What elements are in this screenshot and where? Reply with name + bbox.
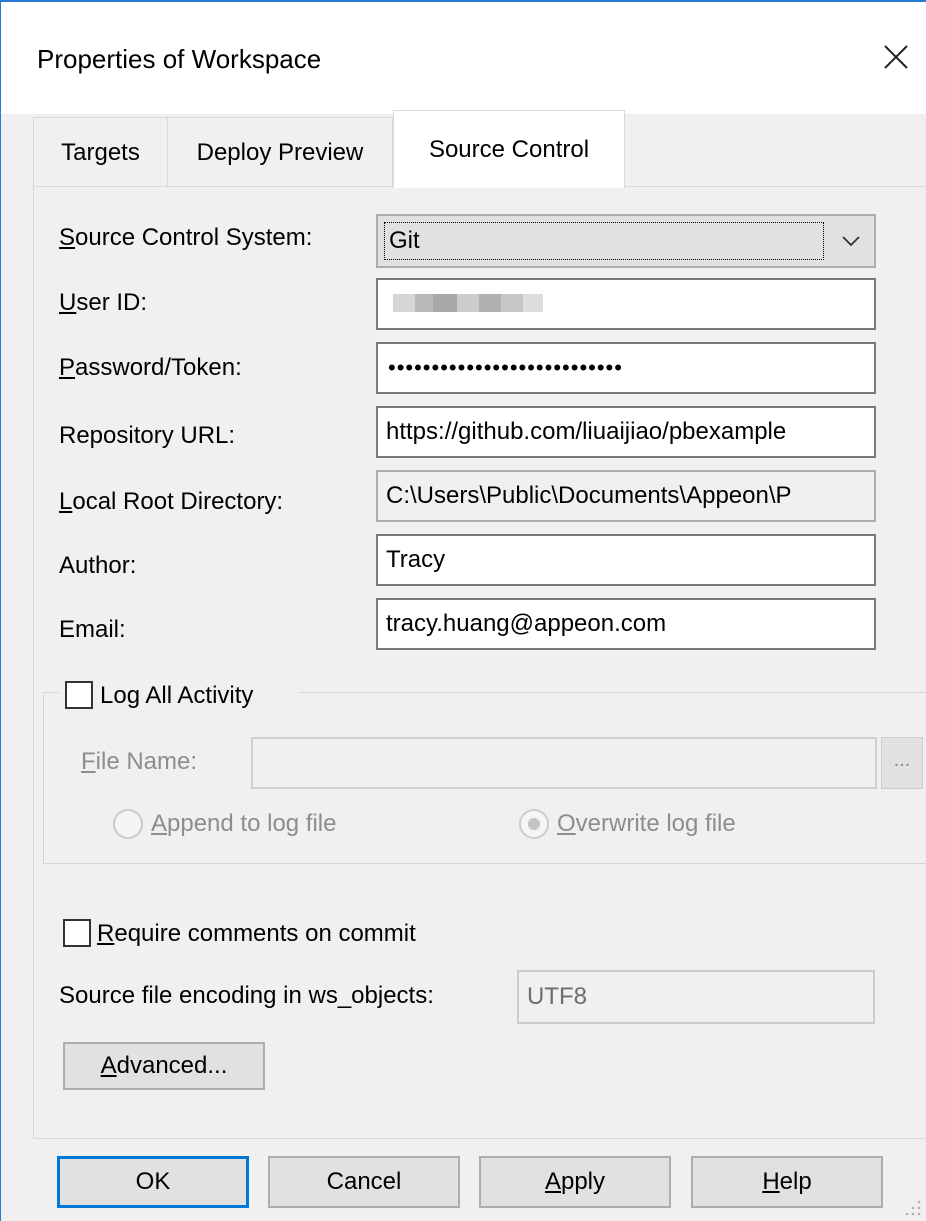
help-label: Help	[762, 1168, 812, 1195]
tab-deploy-preview[interactable]: Deploy Preview	[167, 117, 393, 187]
append-radio[interactable]	[113, 809, 143, 839]
encoding-label: Source file encoding in ws_objects:	[59, 982, 434, 1009]
advanced-label: Advanced...	[100, 1052, 228, 1079]
tab-source-control[interactable]: Source Control	[393, 110, 625, 188]
append-label: Append to log file	[151, 810, 337, 837]
local-root-directory-label: Local Root Directory:	[59, 488, 284, 515]
advanced-button[interactable]: Advanced...	[63, 1042, 265, 1090]
resize-grip-icon[interactable]	[904, 1199, 922, 1217]
tab-targets[interactable]: Targets	[33, 117, 168, 187]
properties-dialog: Properties of Workspace Targets Deploy P…	[0, 0, 926, 1221]
cancel-label: Cancel	[326, 1168, 402, 1195]
title-bar: Properties of Workspace	[1, 2, 926, 114]
require-comments-label: Require comments on commit	[97, 920, 416, 947]
repository-url-label: Repository URL:	[59, 422, 236, 449]
email-input[interactable]: tracy.huang@appeon.com	[376, 598, 876, 650]
local-root-directory-input[interactable]: C:\Users\Public\Documents\Appeon\P	[376, 470, 876, 522]
help-button[interactable]: Help	[691, 1156, 883, 1208]
window-title: Properties of Workspace	[37, 44, 322, 74]
file-name-label: File Name:	[81, 748, 198, 775]
user-id-label: User ID:	[59, 289, 148, 316]
author-input[interactable]: Tracy	[376, 534, 876, 586]
combo-value: Git	[384, 222, 824, 260]
close-button[interactable]	[871, 32, 921, 82]
source-control-system-label: Source Control System:	[59, 224, 313, 251]
password-label: Password/Token:	[59, 354, 242, 381]
file-name-input[interactable]	[251, 737, 877, 789]
chevron-down-icon	[842, 236, 860, 247]
tab-label: Source Control	[428, 135, 590, 163]
overwrite-radio[interactable]	[519, 809, 549, 839]
source-control-system-select[interactable]: Git	[376, 214, 876, 268]
browse-button[interactable]: ...	[881, 737, 923, 789]
overwrite-label: Overwrite log file	[557, 810, 736, 837]
ok-button[interactable]: OK	[57, 1156, 249, 1208]
tab-label: Targets	[61, 138, 140, 166]
blurred-user-id	[393, 294, 543, 312]
ok-label: OK	[135, 1168, 171, 1195]
log-all-activity-label: Log All Activity	[100, 682, 254, 709]
tab-label: Deploy Preview	[196, 138, 364, 166]
require-comments-checkbox[interactable]	[63, 919, 91, 947]
cancel-button[interactable]: Cancel	[268, 1156, 460, 1208]
apply-label: Apply	[544, 1168, 606, 1195]
email-label: Email:	[59, 616, 126, 643]
apply-button[interactable]: Apply	[479, 1156, 671, 1208]
password-input[interactable]: •••••••••••••••••••••••••••	[376, 342, 876, 394]
close-icon	[884, 45, 908, 69]
encoding-input[interactable]: UTF8	[517, 970, 875, 1024]
author-label: Author:	[59, 552, 137, 579]
log-all-activity-checkbox[interactable]	[65, 681, 93, 709]
repository-url-input[interactable]: https://github.com/liuaijiao/pbexample	[376, 406, 876, 458]
